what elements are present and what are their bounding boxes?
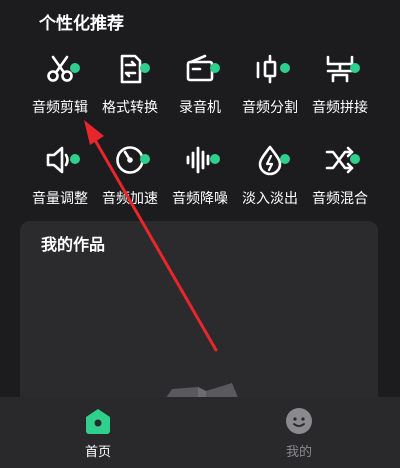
tool-format-convert[interactable]: 格式转换 xyxy=(94,52,166,128)
new-badge-dot xyxy=(280,63,290,73)
tab-me-label: 我的 xyxy=(285,445,312,460)
tool-volume-adjust[interactable]: 音量调整 xyxy=(24,143,96,219)
merge-icon xyxy=(323,52,360,86)
tab-home-label: 首页 xyxy=(84,445,111,460)
shuffle-icon xyxy=(323,143,360,177)
tool-label: 音量调整 xyxy=(32,191,88,207)
tool-label: 音频剪辑 xyxy=(32,100,88,116)
tool-fade-in-out[interactable]: 淡入淡出 xyxy=(234,143,306,219)
tool-label: 录音机 xyxy=(179,100,221,116)
tool-audio-merge[interactable]: 音频拼接 xyxy=(304,52,376,128)
tool-label: 音频拼接 xyxy=(312,100,368,116)
new-badge-dot xyxy=(70,154,80,164)
new-badge-dot xyxy=(140,154,150,164)
new-badge-dot xyxy=(350,154,360,164)
new-badge-dot xyxy=(140,63,150,73)
new-badge-dot xyxy=(210,154,220,164)
tool-audio-mix[interactable]: 音频混合 xyxy=(304,143,376,219)
section-title: 个性化推荐 xyxy=(39,14,124,34)
home-icon xyxy=(86,409,110,434)
tool-label: 格式转换 xyxy=(102,100,158,116)
tab-home[interactable]: 首页 xyxy=(38,397,158,468)
volume-icon xyxy=(43,143,80,177)
tool-label: 音频降噪 xyxy=(172,191,228,207)
my-works-title: 我的作品 xyxy=(41,235,106,254)
tool-label: 音频加速 xyxy=(102,191,158,207)
new-badge-dot xyxy=(280,154,290,164)
new-badge-dot xyxy=(210,63,220,73)
new-badge-dot xyxy=(70,63,80,73)
profile-face-icon xyxy=(286,408,312,434)
tool-noise-reduce[interactable]: 音频降噪 xyxy=(164,143,236,219)
new-badge-dot xyxy=(350,63,360,73)
tool-label: 淡入淡出 xyxy=(242,191,298,207)
fade-drop-icon xyxy=(253,143,290,177)
tool-label: 音频分割 xyxy=(242,100,298,116)
bottom-tab-bar: 首页 我的 xyxy=(0,397,400,468)
tool-audio-speed[interactable]: 音频加速 xyxy=(94,143,166,219)
recorder-icon xyxy=(183,52,220,86)
tab-me[interactable]: 我的 xyxy=(239,397,359,468)
waveform-icon xyxy=(183,143,220,177)
tool-audio-split[interactable]: 音频分割 xyxy=(234,52,306,128)
tool-label: 音频混合 xyxy=(312,191,368,207)
scissors-icon xyxy=(43,52,80,86)
tool-audio-cut[interactable]: 音频剪辑 xyxy=(24,52,96,128)
speed-gauge-icon xyxy=(113,143,150,177)
split-icon xyxy=(253,52,290,86)
convert-doc-icon xyxy=(113,52,150,86)
tool-recorder[interactable]: 录音机 xyxy=(164,52,236,128)
